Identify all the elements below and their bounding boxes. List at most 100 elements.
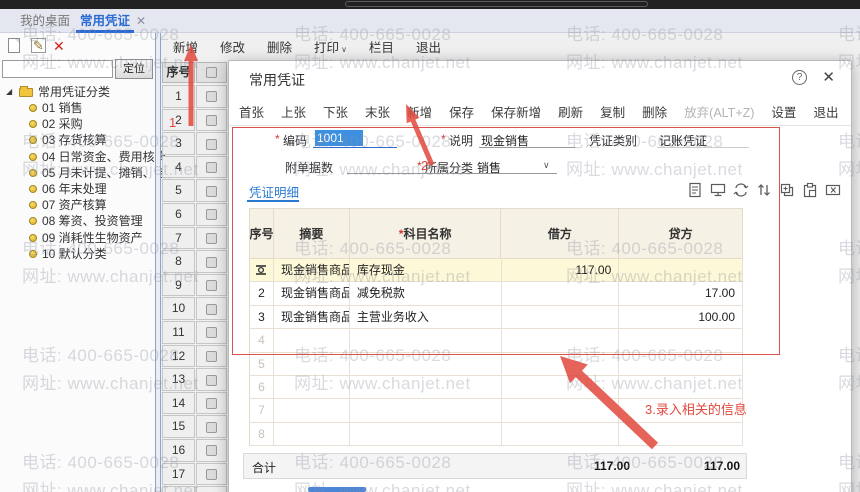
attach-underline[interactable]	[347, 173, 417, 174]
list-row-number[interactable]: 18	[162, 486, 195, 492]
list-row-number[interactable]: 17	[162, 463, 195, 486]
detail-table-row[interactable]: 3现金销售商品主营业务收入100.00	[250, 306, 743, 329]
detail-cell[interactable]: 2	[250, 282, 274, 305]
list-row-number[interactable]: 3	[162, 132, 195, 155]
list-toolbar-4[interactable]: 打印∨	[314, 37, 347, 56]
row-checkbox[interactable]	[206, 304, 217, 315]
dialog-toolbar-2[interactable]: 上张	[281, 102, 306, 121]
dialog-toolbar-13[interactable]: 退出	[813, 102, 838, 121]
tree-expander-icon[interactable]: ◢	[6, 88, 12, 96]
sidebar-tree-item[interactable]: 04 日常资金、费用核算	[0, 149, 155, 165]
detail-cell[interactable]	[502, 376, 620, 399]
row-checkbox[interactable]	[206, 327, 217, 338]
detail-cell[interactable]: 现金销售商品	[274, 282, 350, 305]
list-row-number[interactable]: 14	[162, 392, 195, 415]
detail-cell[interactable]	[619, 259, 743, 282]
list-toolbar-5[interactable]: 栏目	[369, 37, 394, 56]
row-checkbox[interactable]	[206, 398, 217, 409]
copy-add-icon[interactable]	[779, 182, 795, 198]
help-icon[interactable]: ?	[792, 70, 807, 85]
tree-root-node[interactable]: ◢ 常用凭证分类	[0, 84, 155, 100]
list-row-number[interactable]: 2	[162, 109, 195, 132]
detail-cell[interactable]: 100.00	[619, 306, 743, 329]
row-checkbox[interactable]	[206, 209, 217, 220]
list-toolbar-1[interactable]: 新增	[173, 37, 198, 56]
sidebar-tree-item[interactable]: 07 资产核算	[0, 197, 155, 213]
scroll-indicator[interactable]	[308, 487, 366, 492]
row-checkbox[interactable]	[206, 375, 217, 386]
sidebar-tree-item[interactable]: 08 筹资、投资管理	[0, 213, 155, 229]
dialog-toolbar-9[interactable]: 复制	[600, 102, 625, 121]
detail-cell[interactable]: 主营业务收入	[350, 306, 502, 329]
detail-table-row[interactable]: 2现金销售商品减免税款 17.00	[250, 282, 743, 305]
tab-my-desktop[interactable]: 我的桌面	[20, 9, 70, 33]
sidebar-tree-item[interactable]: 01 销售	[0, 100, 155, 116]
dialog-toolbar-1[interactable]: 首张	[239, 102, 264, 121]
row-checkbox[interactable]	[206, 91, 217, 102]
list-row-number[interactable]: 8	[162, 250, 195, 273]
code-input[interactable]: 1001	[315, 130, 363, 146]
detail-cell[interactable]	[502, 399, 620, 422]
detail-table-row[interactable]: 8	[250, 423, 743, 446]
detail-cell[interactable]: 8	[250, 423, 274, 446]
detail-cell[interactable]	[502, 423, 620, 446]
detail-cell[interactable]: 117.00	[502, 259, 620, 282]
detail-cell[interactable]	[274, 423, 350, 446]
dialog-toolbar-7[interactable]: 保存新增	[491, 102, 541, 121]
detail-cell[interactable]: 17.00	[619, 282, 743, 305]
list-row-number[interactable]: 4	[162, 156, 195, 179]
sidebar-tree-item[interactable]: 03 存货核算	[0, 132, 155, 148]
row-checkbox[interactable]	[206, 469, 217, 480]
list-row-number[interactable]: 16	[162, 439, 195, 462]
delete-category-icon[interactable]: ✕	[53, 38, 65, 54]
detail-cell[interactable]	[502, 282, 620, 305]
locate-button[interactable]: 定位	[115, 59, 153, 79]
select-all-checkbox[interactable]	[206, 67, 217, 78]
chevron-down-icon[interactable]: ∨	[543, 160, 550, 171]
detail-cell[interactable]	[350, 329, 502, 352]
list-row-number[interactable]: 13	[162, 368, 195, 391]
dialog-toolbar-5[interactable]: 新增	[407, 102, 432, 121]
detail-cell[interactable]	[619, 399, 743, 422]
detail-cell[interactable]	[350, 399, 502, 422]
list-row-number[interactable]: 11	[162, 321, 195, 344]
exchange-icon[interactable]	[733, 182, 749, 198]
tab-voucher-detail[interactable]: 凭证明细	[249, 182, 299, 201]
detail-cell[interactable]	[502, 329, 620, 352]
detail-cell[interactable]	[502, 306, 620, 329]
detail-cell[interactable]	[274, 376, 350, 399]
insert-row-icon[interactable]	[687, 182, 703, 198]
sidebar-tree-item[interactable]: 10 默认分类	[0, 246, 155, 262]
row-checkbox[interactable]	[206, 115, 217, 126]
delete-row-icon[interactable]	[825, 182, 841, 198]
list-toolbar-6[interactable]: 退出	[416, 37, 441, 56]
sidebar-tree-item[interactable]: 09 消耗性生物资产	[0, 230, 155, 246]
detail-cell[interactable]: 5	[250, 353, 274, 376]
list-row-number[interactable]: 12	[162, 345, 195, 368]
detail-cell[interactable]: 减免税款	[350, 282, 502, 305]
dialog-toolbar-12[interactable]: 设置	[771, 102, 796, 121]
list-row-number[interactable]: 10	[162, 297, 195, 320]
detail-table-row[interactable]: 6	[250, 376, 743, 399]
row-checkbox[interactable]	[206, 422, 217, 433]
detail-table-row[interactable]: 7	[250, 399, 743, 422]
list-toolbar-3[interactable]: 删除	[267, 37, 292, 56]
display-icon[interactable]	[710, 182, 726, 198]
dialog-toolbar-6[interactable]: 保存	[449, 102, 474, 121]
panel-splitter[interactable]	[155, 33, 161, 492]
sidebar-tree-item[interactable]: 02 采购	[0, 116, 155, 132]
edit-category-icon[interactable]: ✎	[31, 38, 46, 53]
detail-cell[interactable]	[502, 353, 620, 376]
detail-cell[interactable]	[250, 259, 274, 282]
detail-cell[interactable]	[619, 423, 743, 446]
list-row-number[interactable]: 6	[162, 203, 195, 226]
dialog-toolbar-3[interactable]: 下张	[323, 102, 348, 121]
detail-table-row[interactable]: 现金销售商品库存现金117.00	[250, 259, 743, 282]
list-row-number[interactable]: 9	[162, 274, 195, 297]
detail-cell[interactable]: 6	[250, 376, 274, 399]
detail-cell[interactable]	[350, 423, 502, 446]
row-checkbox[interactable]	[206, 233, 217, 244]
detail-cell[interactable]	[274, 329, 350, 352]
row-checkbox[interactable]	[206, 139, 217, 150]
detail-cell[interactable]	[350, 376, 502, 399]
